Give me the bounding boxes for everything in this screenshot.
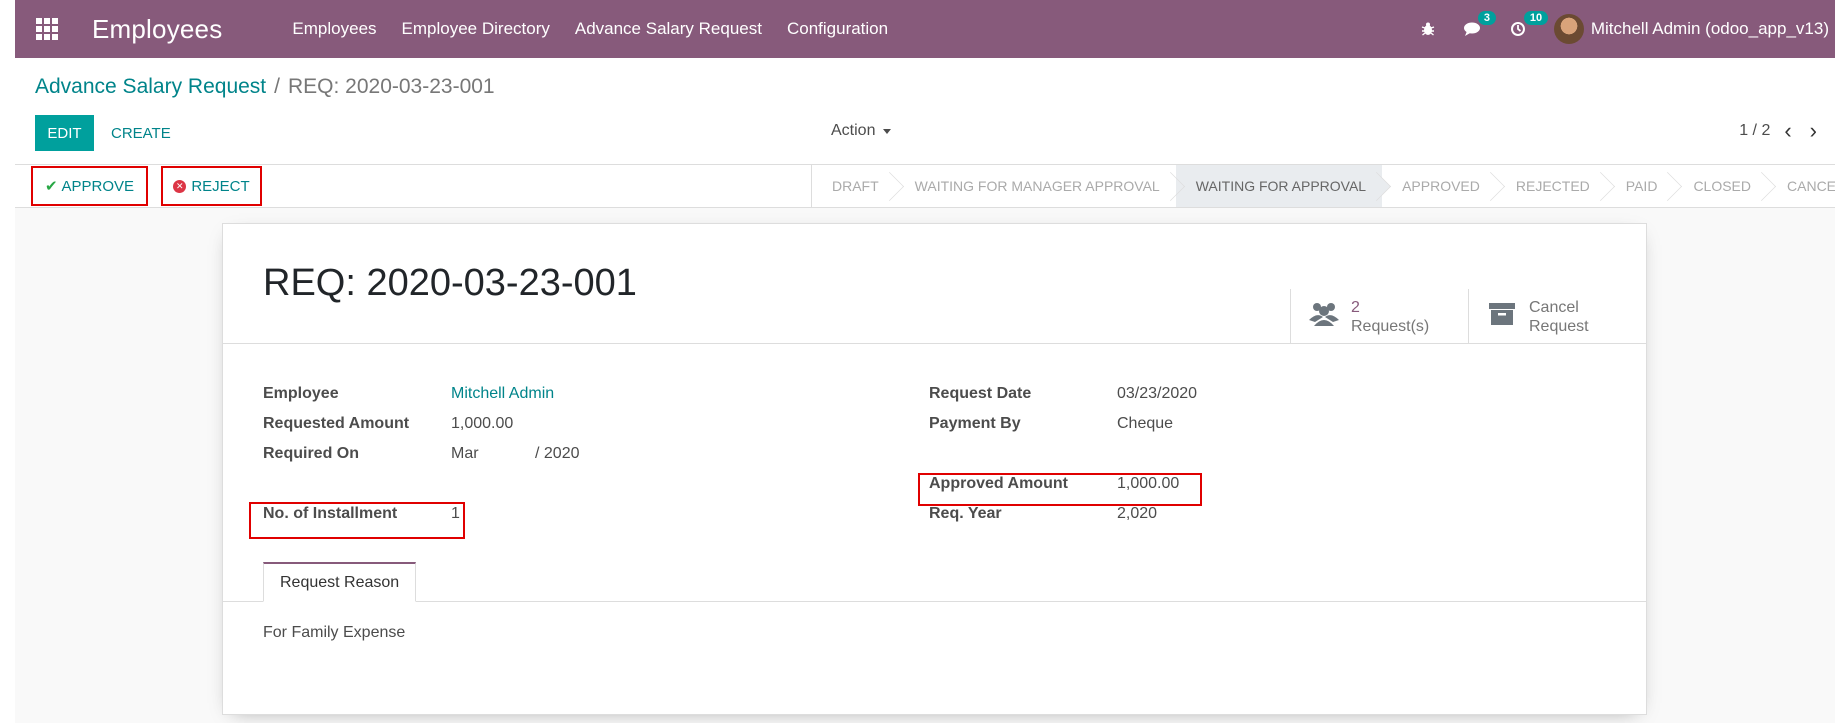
stage-draft[interactable]: DRAFT [812,165,895,207]
payment-by-label: Payment By [929,415,1021,432]
requested-amount-label: Requested Amount [263,415,410,432]
create-button[interactable]: CREATE [111,115,171,151]
menu-item-configuration[interactable]: Configuration [787,19,888,39]
breadcrumb-current: REQ: 2020-03-23-001 [287,75,495,98]
approve-button[interactable]: ✔ APPROVE [31,166,148,206]
tab-request-reason[interactable]: Request Reason [263,562,417,602]
apps-menu-icon[interactable] [36,18,58,40]
action-dropdown-label: Action [831,122,876,139]
required-on-row: Required On Mar / 2020 [263,439,579,469]
menu-item-advance-salary-request[interactable]: Advance Salary Request [575,19,762,39]
payment-by-row: Payment By Cheque [929,409,1197,439]
payment-by-value: Cheque [1117,415,1174,432]
pager-next-chevron-icon[interactable]: › [1810,120,1817,142]
navbar-systray: 3 10 Mitchell Admin (odoo_app_v13) [1420,0,1835,58]
approve-button-label: APPROVE [61,177,135,195]
status-bar-stages: DRAFT WAITING FOR MANAGER APPROVAL WAITI… [811,165,1835,207]
installment-highlight-box [249,502,465,539]
debug-bug-icon[interactable] [1420,21,1436,37]
right-field-group: Request Date 03/23/2020 Payment By Chequ… [929,379,1197,529]
requests-count: 2 [1351,298,1360,316]
stage-cancelled[interactable]: CANCELLED [1767,165,1835,207]
action-dropdown[interactable]: Action [831,122,892,140]
reject-button-label: REJECT [191,177,250,195]
edit-button[interactable]: EDIT [35,115,94,151]
reject-button[interactable]: ✕ REJECT [161,166,262,206]
requests-label: Request(s) [1351,317,1430,335]
required-on-year: / 2020 [535,445,580,462]
messages-chat-icon[interactable]: 3 [1463,11,1496,37]
activities-count-badge: 10 [1523,11,1549,25]
stage-waiting-approval[interactable]: WAITING FOR APPROVAL [1175,165,1383,207]
breadcrumb-separator: / [274,75,280,98]
form-sheet: REQ: 2020-03-23-001 2 Request(s) Cancel … [222,223,1647,715]
requested-amount-row: Requested Amount 1,000.00 [263,409,579,439]
users-icon [1309,300,1339,333]
approved-amount-highlight-box [918,473,1202,506]
main-menu: Employees Employee Directory Advance Sal… [292,19,913,39]
required-on-label: Required On [263,445,360,462]
stage-closed[interactable]: CLOSED [1673,165,1767,207]
cancel-request-smart-button[interactable]: Cancel Request [1468,289,1646,344]
breadcrumb: Advance Salary Request / REQ: 2020-03-23… [35,75,495,99]
menu-item-employees[interactable]: Employees [292,19,376,39]
pager-value[interactable]: 1 / 2 [1739,122,1770,140]
cancel-request-line2: Request [1529,317,1589,335]
breadcrumb-parent-link[interactable]: Advance Salary Request [35,75,266,99]
document-title: REQ: 2020-03-23-001 [263,262,637,304]
request-date-label: Request Date [929,385,1032,402]
employee-row: Employee Mitchell Admin [263,379,579,409]
stage-waiting-manager-approval[interactable]: WAITING FOR MANAGER APPROVAL [895,165,1176,207]
pager-previous-chevron-icon[interactable]: ‹ [1784,120,1791,142]
smart-button-box: 2 Request(s) Cancel Request [1290,289,1646,344]
req-year-value: 2,020 [1117,505,1158,522]
stage-rejected[interactable]: REJECTED [1496,165,1606,207]
employee-link[interactable]: Mitchell Admin [451,385,554,403]
stage-paid[interactable]: PAID [1606,165,1674,207]
request-date-row: Request Date 03/23/2020 [929,379,1197,409]
check-icon: ✔ [44,178,58,195]
top-navbar: Employees Employees Employee Directory A… [15,0,1835,58]
request-reason-text: For Family Expense [263,624,406,641]
cancel-request-line1: Cancel [1529,298,1579,316]
tab-divider [223,601,1646,602]
messages-count-badge: 3 [1477,11,1496,25]
title-divider [223,343,1646,344]
pager: 1 / 2 ‹ › [1739,120,1835,142]
menu-item-employee-directory[interactable]: Employee Directory [402,19,550,39]
times-circle-icon: ✕ [173,179,187,193]
activities-clock-icon[interactable]: 10 [1510,11,1549,37]
employee-label: Employee [263,385,339,402]
user-menu[interactable]: Mitchell Admin (odoo_app_v13) [1591,19,1829,39]
requested-amount-value: 1,000.00 [451,415,514,432]
required-on-month: Mar [451,445,479,462]
caret-down-icon [883,128,892,134]
stage-approved[interactable]: APPROVED [1382,165,1496,207]
archive-icon [1487,301,1517,333]
app-name[interactable]: Employees [92,14,222,45]
user-avatar[interactable] [1553,14,1584,44]
request-date-value: 03/23/2020 [1117,385,1198,402]
requests-smart-button[interactable]: 2 Request(s) [1290,289,1468,344]
req-year-label: Req. Year [929,505,1002,522]
